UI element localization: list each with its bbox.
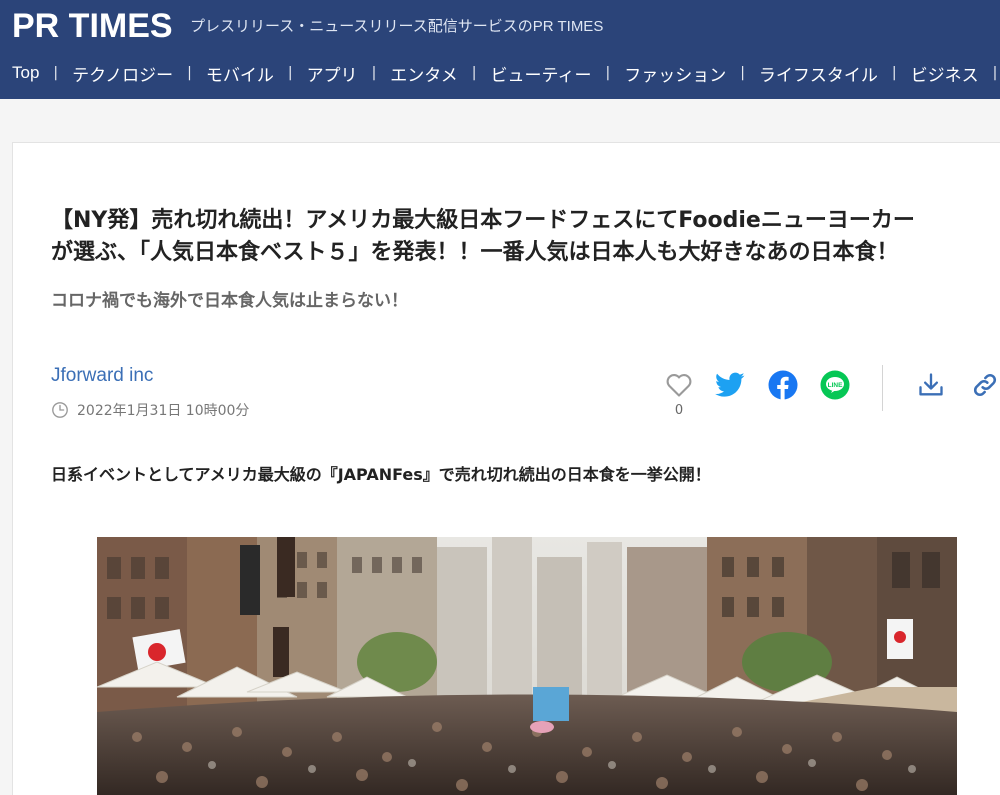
share-divider: [882, 365, 883, 411]
facebook-icon: [768, 370, 798, 400]
nav-separator: |: [891, 65, 897, 81]
publish-date-row: 2022年1月31日 10時00分: [51, 400, 249, 420]
nav-item-business[interactable]: ビジネス: [911, 61, 979, 86]
link-icon: [973, 373, 997, 397]
article-title: 【NY発】売れ切れ続出！アメリカ最大級日本フードフェスにてFoodieニューヨー…: [51, 205, 1000, 269]
line-icon: LINE: [820, 370, 850, 400]
facebook-share-button[interactable]: [767, 369, 799, 401]
nav-item-entertainment[interactable]: エンタメ: [390, 61, 458, 86]
like-count: 0: [674, 403, 684, 418]
nav-separator: |: [53, 65, 59, 81]
prtimes-logo[interactable]: PR TIMES: [12, 6, 173, 46]
site-header: PR TIMES プレスリリース・ニュースリリース配信サービスのPR TIMES…: [0, 0, 1000, 99]
download-button[interactable]: [915, 369, 947, 401]
svg-text:LINE: LINE: [828, 382, 843, 389]
article-lead: 日系イベントとしてアメリカ最大級の『JAPANFes』で売れ切れ続出の日本食を一…: [51, 465, 711, 484]
twitter-icon: [715, 372, 745, 397]
nav-separator: |: [287, 65, 293, 81]
nav-item-mobile[interactable]: モバイル: [206, 61, 274, 86]
nav-item-beauty[interactable]: ビューティー: [491, 61, 592, 86]
line-share-button[interactable]: LINE: [819, 369, 851, 401]
like-button[interactable]: [663, 369, 695, 401]
article-subtitle: コロナ禍でも海外で日本食人気は止まらない！: [51, 291, 408, 311]
site-tagline: プレスリリース・ニュースリリース配信サービスのPR TIMES: [190, 18, 604, 35]
nav-item-top[interactable]: Top: [12, 63, 39, 83]
nav-separator: |: [187, 65, 192, 81]
heart-icon: [666, 374, 692, 397]
article-title-line-1: 【NY発】売れ切れ続出！アメリカ最大級日本フードフェスにてFoodieニューヨー…: [51, 208, 915, 233]
nav-item-fashion[interactable]: ファッション: [624, 61, 726, 86]
twitter-share-button[interactable]: [714, 369, 746, 401]
nav-item-lifestyle[interactable]: ライフスタイル: [759, 61, 878, 86]
nav-separator: |: [371, 65, 377, 81]
nav-separator: |: [740, 65, 745, 81]
nav-separator: |: [605, 65, 611, 81]
nav-separator: |: [471, 65, 477, 81]
download-icon: [919, 373, 943, 396]
festival-street-photo: [97, 537, 957, 795]
nav-separator: |: [992, 65, 998, 81]
nav-item-app[interactable]: アプリ: [307, 61, 358, 86]
festival-photo-illustration: [97, 537, 957, 795]
article-title-line-2: が選ぶ、「人気日本食ベスト５」を発表！！一番人気は日本人も大好きなあの日本食！: [51, 240, 899, 265]
category-nav: Top | テクノロジー | モバイル | アプリ | エンタメ | ビューティ…: [12, 60, 1000, 86]
nav-item-technology[interactable]: テクノロジー: [72, 61, 173, 86]
article-card: 【NY発】売れ切れ続出！アメリカ最大級日本フードフェスにてFoodieニューヨー…: [12, 142, 1000, 795]
publish-date: 2022年1月31日 10時00分: [77, 403, 250, 419]
clock-icon: [52, 402, 68, 418]
copy-link-button[interactable]: [969, 369, 1000, 401]
company-name-link[interactable]: Jforward inc: [51, 365, 153, 387]
